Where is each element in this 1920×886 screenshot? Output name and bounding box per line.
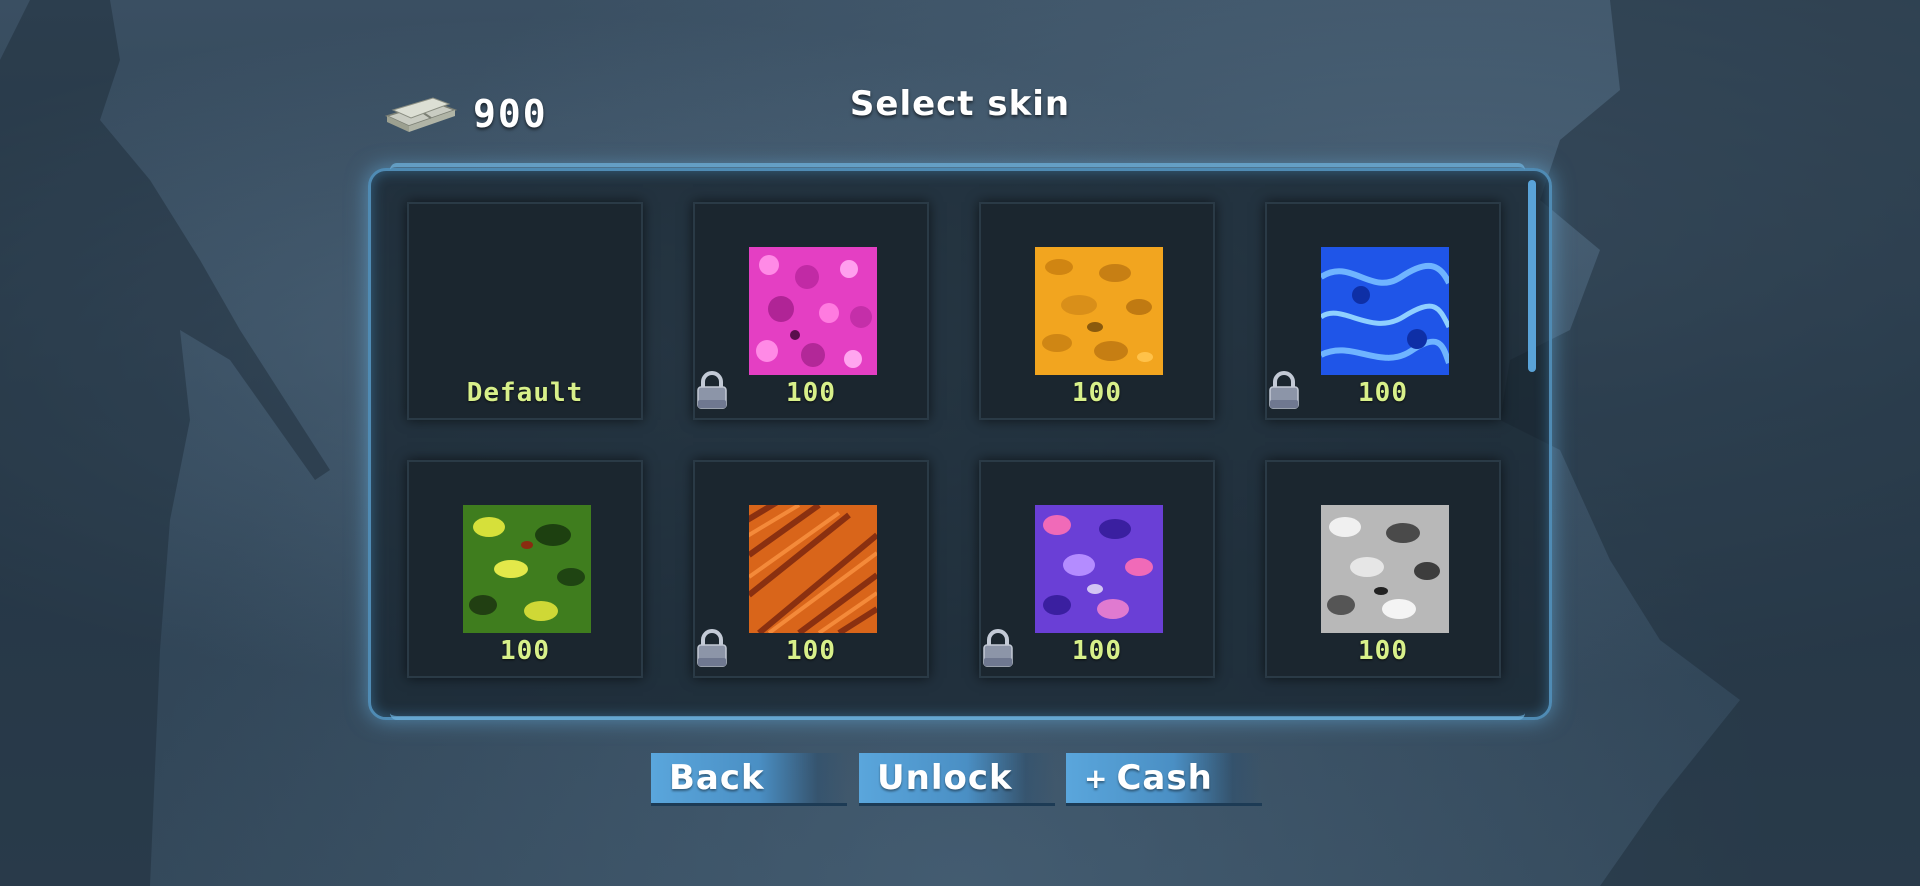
skin-tile-grey[interactable]: 100 bbox=[1265, 460, 1501, 678]
pink-camo-swatch bbox=[749, 247, 877, 375]
skin-label: Default bbox=[466, 378, 584, 408]
skin-price: 100 bbox=[500, 636, 550, 666]
unlock-button[interactable]: Unlock bbox=[859, 753, 1055, 806]
back-button[interactable]: Back bbox=[651, 753, 847, 806]
panel-frame-top bbox=[390, 163, 1525, 177]
money-stack-icon bbox=[384, 97, 458, 132]
green-camo-swatch bbox=[463, 505, 591, 633]
skin-tile-orange[interactable]: 100 bbox=[979, 202, 1215, 420]
skin-tile-default[interactable]: Default bbox=[407, 202, 643, 420]
skin-tile-green[interactable]: 100 bbox=[407, 460, 643, 678]
skin-price: 100 bbox=[786, 378, 836, 408]
panel-frame-bottom bbox=[390, 706, 1525, 720]
skin-price: 100 bbox=[786, 636, 836, 666]
add-cash-button[interactable]: + Cash bbox=[1066, 753, 1262, 806]
purple-camo-swatch bbox=[1035, 505, 1163, 633]
scrollbar-thumb[interactable] bbox=[1528, 180, 1536, 372]
skin-grid: Default 100 100 100 100 100 100 100 bbox=[407, 202, 1502, 678]
cash-amount: 900 bbox=[473, 92, 548, 136]
cash-display: 900 bbox=[383, 88, 548, 140]
skin-price: 100 bbox=[1358, 636, 1408, 666]
grey-camo-swatch bbox=[1321, 505, 1449, 633]
skin-tile-blue[interactable]: 100 bbox=[1265, 202, 1501, 420]
skin-tile-pink[interactable]: 100 bbox=[693, 202, 929, 420]
skin-price: 100 bbox=[1358, 378, 1408, 408]
orange-camo-swatch bbox=[1035, 247, 1163, 375]
back-label: Back bbox=[669, 758, 765, 798]
skin-price: 100 bbox=[1072, 378, 1122, 408]
page-title: Select skin bbox=[849, 84, 1071, 124]
cash-label: Cash bbox=[1116, 758, 1213, 798]
unlock-label: Unlock bbox=[877, 758, 1013, 798]
skin-tile-purple[interactable]: 100 bbox=[979, 460, 1215, 678]
skin-tile-rust[interactable]: 100 bbox=[693, 460, 929, 678]
blue-camo-swatch bbox=[1321, 247, 1449, 375]
skin-price: 100 bbox=[1072, 636, 1122, 666]
soldier-silhouette-left bbox=[0, 0, 330, 886]
rust-camo-swatch bbox=[749, 505, 877, 633]
plus-icon: + bbox=[1084, 761, 1109, 795]
